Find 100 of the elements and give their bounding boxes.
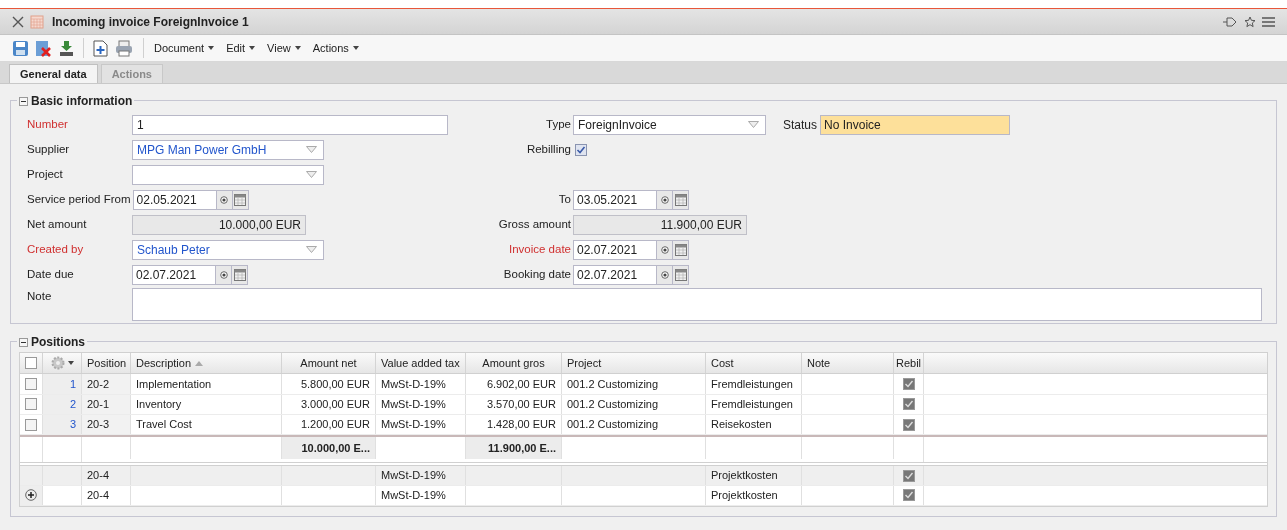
row-number-link[interactable]: 2: [69, 396, 76, 413]
row-number-link[interactable]: 1: [69, 375, 76, 393]
menu-button[interactable]: View: [267, 39, 301, 57]
radio-dot-icon: [660, 245, 669, 254]
date-field[interactable]: 03.05.2021: [573, 189, 657, 210]
table-cell: Fremdleistungen: [706, 394, 802, 414]
column-header[interactable]: Position: [82, 353, 131, 374]
dropdown-field[interactable]: MPG Man Power GmbH: [132, 139, 324, 160]
column-header[interactable]: Cost: [706, 353, 802, 374]
pin-icon[interactable]: [1222, 15, 1238, 28]
table-cell: 3.570,00 EUR: [466, 394, 562, 414]
calendar-icon: [234, 193, 247, 206]
date-field[interactable]: 02.07.2021: [573, 264, 657, 285]
caret-icon[interactable]: [67, 361, 74, 366]
section-title: Basic information: [31, 93, 133, 110]
new-document-icon[interactable]: [92, 39, 109, 57]
table-cell: Travel Cost: [131, 414, 282, 435]
menu-button[interactable]: Actions: [312, 39, 359, 57]
today-button[interactable]: [657, 239, 673, 260]
today-button[interactable]: [657, 264, 673, 285]
print-icon[interactable]: [115, 39, 133, 57]
table-cell: 20-4: [82, 485, 131, 505]
column-header[interactable]: Description: [131, 353, 282, 374]
calendar-icon: [674, 193, 687, 206]
table-cell: MwSt-D-19%: [376, 374, 466, 394]
calendar-icon: [674, 268, 687, 281]
checkbox[interactable]: [902, 418, 915, 431]
add-icon[interactable]: [25, 489, 37, 502]
checkbox[interactable]: [902, 489, 915, 502]
column-header[interactable]: Amount net: [282, 353, 376, 374]
table-cell: Inventory: [131, 394, 282, 414]
collapse-icon[interactable]: [19, 337, 28, 347]
date-field[interactable]: 02.05.2021: [132, 189, 217, 210]
checkbox[interactable]: [902, 377, 915, 390]
field-label: Note: [27, 289, 53, 304]
close-icon[interactable]: [12, 15, 24, 28]
dropdown-arrow-icon[interactable]: [306, 246, 317, 253]
calendar-button[interactable]: [673, 189, 689, 210]
field-label: Date due: [27, 266, 75, 282]
field-label: Created by: [27, 241, 85, 257]
calendar-button[interactable]: [673, 264, 689, 285]
radio-dot-icon: [220, 195, 229, 204]
dropdown-arrow-icon[interactable]: [306, 171, 317, 178]
checkbox[interactable]: [575, 143, 587, 156]
table-cell: 1.200,00 EUR: [282, 414, 376, 435]
radio-dot-icon: [660, 270, 669, 279]
input-field[interactable]: 1: [132, 114, 448, 135]
calendar-button[interactable]: [673, 239, 689, 260]
field-label: Supplier: [27, 141, 71, 157]
dropdown-field[interactable]: [132, 164, 324, 185]
table-cell: 20-4: [82, 466, 131, 485]
table-cell: Fremdleistungen: [706, 374, 802, 394]
collapse-icon[interactable]: [19, 96, 28, 106]
table-cell: 001.2 Customizing: [562, 394, 706, 414]
table-cell: MwSt-D-19%: [376, 414, 466, 435]
table-cell: 6.902,00 EUR: [466, 374, 562, 394]
field-label: Service period From: [27, 191, 132, 207]
menu-button[interactable]: Document: [154, 39, 215, 57]
save-icon[interactable]: [12, 39, 29, 57]
menu-icon[interactable]: [1262, 15, 1275, 28]
field-label: Type: [545, 116, 572, 132]
calendar-icon: [233, 268, 246, 281]
menu-button[interactable]: Edit: [226, 39, 256, 57]
checkbox[interactable]: [902, 398, 915, 411]
column-header[interactable]: Note: [802, 353, 894, 374]
amount-field: 10.000,00 EUR: [132, 214, 306, 235]
column-header[interactable]: Value added tax: [376, 353, 466, 374]
column-header[interactable]: Amount gros: [466, 353, 562, 374]
dropdown-field[interactable]: Schaub Peter: [132, 239, 324, 260]
field-label: Booking date: [502, 266, 572, 282]
today-button[interactable]: [657, 189, 673, 210]
checkbox[interactable]: [25, 398, 37, 411]
column-header[interactable]: Rebil: [894, 353, 924, 374]
field-label: Project: [27, 166, 64, 182]
checkbox[interactable]: [25, 357, 37, 370]
date-field[interactable]: 02.07.2021: [132, 264, 216, 285]
dropdown-field[interactable]: ForeignInvoice: [573, 114, 766, 135]
today-button[interactable]: [216, 264, 232, 285]
star-icon[interactable]: [1244, 15, 1256, 28]
note-field[interactable]: [132, 288, 1262, 321]
table-cell: Reisekosten: [706, 414, 802, 435]
checkbox[interactable]: [25, 377, 37, 390]
dropdown-arrow-icon[interactable]: [306, 146, 317, 153]
calendar-button[interactable]: [232, 264, 248, 285]
dropdown-arrow-icon[interactable]: [748, 121, 759, 128]
field-label: To: [557, 191, 572, 207]
section-title: Positions: [31, 334, 85, 351]
field-label: Status: [783, 116, 818, 134]
column-header[interactable]: Project: [562, 353, 706, 374]
delete-document-icon[interactable]: [35, 39, 52, 57]
download-icon[interactable]: [58, 39, 75, 57]
sort-ascending-icon: [195, 360, 204, 366]
date-field[interactable]: 02.07.2021: [573, 239, 657, 260]
table-cell: Projektkosten: [706, 485, 802, 505]
checkbox[interactable]: [25, 418, 37, 431]
checkbox[interactable]: [902, 469, 915, 482]
row-number-link[interactable]: 3: [69, 416, 76, 433]
tab[interactable]: General data: [9, 64, 98, 83]
window-title: Incoming invoice ForeignInvoice 1: [52, 13, 249, 31]
field-label: Invoice date: [508, 241, 572, 257]
